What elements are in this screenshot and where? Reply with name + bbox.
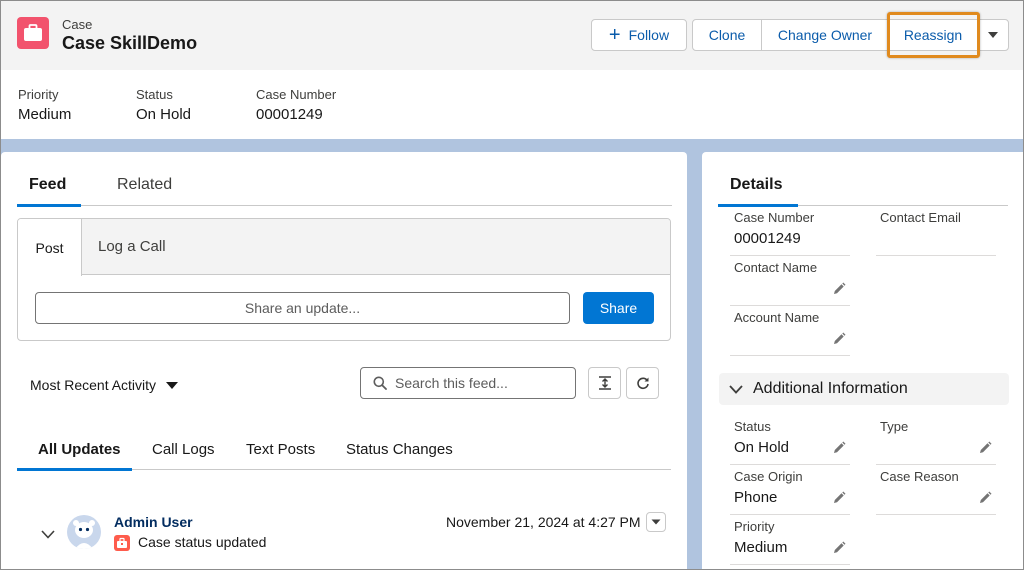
refresh-icon	[636, 377, 649, 390]
field-label: Case Number	[734, 210, 815, 225]
avatar[interactable]	[67, 515, 101, 549]
details-card: Details Case Number 00001249 Contact Ema…	[702, 152, 1023, 569]
share-button[interactable]: Share	[583, 292, 654, 324]
field-label: Status	[734, 419, 771, 434]
chevron-down-icon	[729, 384, 743, 394]
sort-dropdown[interactable]: Most Recent Activity	[30, 377, 179, 393]
highlight-value: On Hold	[136, 106, 192, 123]
active-tab-indicator	[17, 468, 132, 471]
feed-item-author-link[interactable]: Admin User	[114, 514, 193, 530]
highlight-priority: Priority Medium	[18, 87, 71, 123]
publisher-tabs: Post Log a Call	[18, 219, 670, 276]
tab-all-updates[interactable]: All Updates	[38, 441, 121, 458]
field-status: Status On Hold	[730, 419, 850, 465]
object-type-label: Case	[62, 17, 93, 32]
details-tabset: Details	[718, 166, 1008, 207]
sort-label: Most Recent Activity	[30, 377, 157, 393]
chevron-down-icon	[41, 530, 55, 539]
tab-details[interactable]: Details	[730, 176, 782, 194]
feed-card: Feed Related Post Log a Call Share an up…	[1, 152, 687, 569]
field-value: Medium	[734, 539, 788, 556]
refresh-button[interactable]	[626, 367, 659, 399]
field-priority: Priority Medium	[730, 519, 850, 565]
field-account-name: Account Name	[730, 310, 850, 356]
field-value: On Hold	[734, 439, 790, 456]
field-type: Type	[876, 419, 996, 465]
briefcase-icon	[17, 17, 49, 49]
publisher: Post Log a Call Share an update... Share	[17, 218, 671, 341]
feed-item-menu-button[interactable]	[646, 512, 666, 532]
search-icon	[373, 376, 387, 390]
highlight-value: 00001249	[256, 106, 323, 123]
pencil-icon[interactable]	[978, 491, 992, 508]
field-case-reason: Case Reason	[876, 469, 996, 515]
publisher-tab-post[interactable]: Post	[18, 219, 82, 276]
record-header: Case Case SkillDemo + Follow Clone Chang…	[1, 1, 1023, 70]
change-owner-button[interactable]: Change Owner	[761, 19, 889, 51]
caret-down-icon	[166, 381, 179, 389]
field-contact-email: Contact Email	[876, 210, 996, 256]
app-frame: Case Case SkillDemo + Follow Clone Chang…	[0, 0, 1024, 570]
field-label: Account Name	[734, 310, 820, 325]
record-title: Case SkillDemo	[62, 33, 198, 53]
section-title: Additional Information	[753, 380, 908, 397]
highlight-label: Case Number	[256, 87, 337, 102]
active-tab-indicator	[718, 204, 798, 207]
highlight-value: Medium	[18, 106, 72, 123]
field-case-number: Case Number 00001249	[730, 210, 850, 256]
field-label: Case Reason	[880, 469, 959, 484]
search-placeholder: Search this feed...	[395, 375, 508, 391]
feed-filter-tabs: All Updates Call Logs Text Posts Status …	[17, 428, 671, 471]
collapse-button[interactable]	[588, 367, 621, 399]
pencil-icon[interactable]	[832, 491, 846, 508]
active-tab-indicator	[17, 204, 81, 207]
field-label: Priority	[734, 519, 775, 534]
plus-icon: +	[608, 24, 621, 46]
field-case-origin: Case Origin Phone	[730, 469, 850, 515]
pencil-icon[interactable]	[832, 541, 846, 558]
reassign-highlight-outline	[887, 12, 980, 58]
highlight-case-number: Case Number 00001249	[256, 87, 336, 123]
highlight-status: Status On Hold	[136, 87, 191, 123]
highlights-panel: Priority Medium Status On Hold Case Numb…	[1, 70, 1023, 139]
search-feed-input[interactable]: Search this feed...	[360, 367, 576, 399]
collapse-icon	[598, 376, 611, 390]
feed-item-text: Case status updated	[138, 534, 267, 550]
field-label: Case Origin	[734, 469, 803, 484]
tab-related[interactable]: Related	[117, 176, 172, 194]
field-label: Type	[880, 419, 909, 434]
highlight-label: Status	[136, 87, 173, 102]
pencil-icon[interactable]	[832, 441, 846, 458]
field-value: Phone	[734, 489, 778, 506]
feed-item-timestamp-link[interactable]: November 21, 2024 at 4:27 PM	[446, 514, 641, 530]
pencil-icon[interactable]	[978, 441, 992, 458]
field-label: Contact Email	[880, 210, 961, 225]
follow-button[interactable]: + Follow	[591, 19, 687, 51]
case-status-icon	[114, 535, 130, 551]
tab-text-posts[interactable]: Text Posts	[246, 441, 315, 458]
field-value: 00001249	[734, 230, 801, 247]
share-update-input[interactable]: Share an update...	[35, 292, 570, 324]
publisher-tab-log-a-call[interactable]: Log a Call	[98, 238, 166, 255]
pencil-icon[interactable]	[832, 282, 846, 299]
more-actions-button[interactable]	[977, 19, 1009, 51]
pencil-icon[interactable]	[832, 332, 846, 349]
section-additional-information[interactable]: Additional Information	[719, 373, 1009, 405]
chevron-down-icon	[988, 32, 998, 38]
tab-call-logs[interactable]: Call Logs	[152, 441, 215, 458]
follow-label: Follow	[628, 27, 670, 43]
tab-status-changes[interactable]: Status Changes	[346, 441, 453, 458]
field-contact-name: Contact Name	[730, 260, 850, 306]
clone-button[interactable]: Clone	[692, 19, 762, 51]
field-label: Contact Name	[734, 260, 818, 275]
highlight-label: Priority	[18, 87, 59, 102]
expand-feed-item-button[interactable]	[41, 526, 55, 542]
avatar-icon	[67, 515, 101, 549]
feed-tabset: Feed Related	[17, 166, 672, 207]
tab-feed[interactable]: Feed	[29, 176, 66, 194]
chevron-down-icon	[651, 519, 661, 525]
